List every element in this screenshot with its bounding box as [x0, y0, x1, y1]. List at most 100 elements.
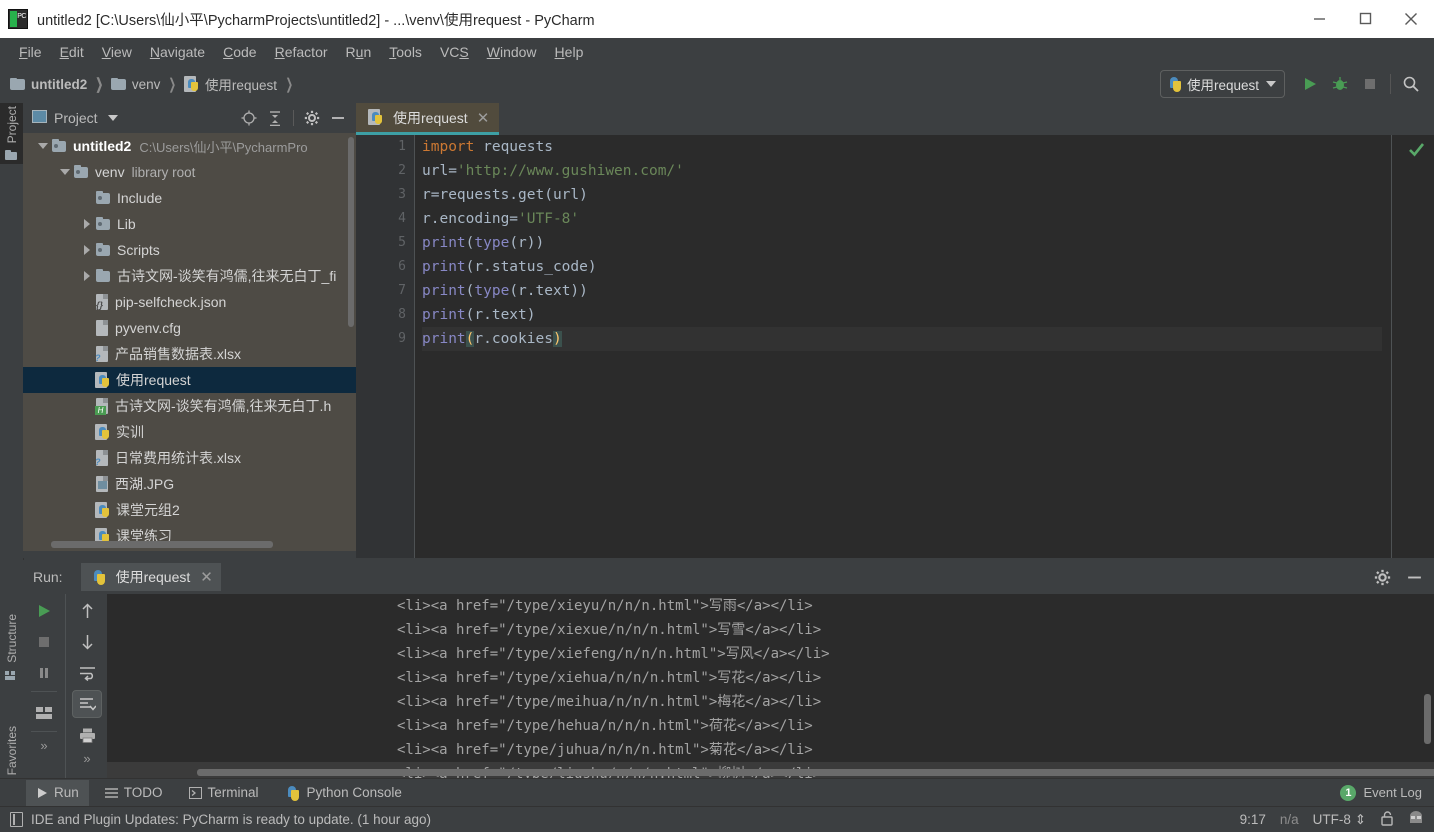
print-icon[interactable] [72, 721, 102, 749]
encoding-selector[interactable]: UTF-8 ⇕ [1313, 812, 1366, 828]
console-line: <li><a href="/type/meihua/n/n/n.html">梅花… [397, 694, 822, 710]
run-tab[interactable]: 使用request ✕ [80, 563, 221, 591]
expand-arrow-icon[interactable] [79, 211, 95, 237]
layout-icon[interactable] [29, 699, 59, 727]
run-window-header-tools [1370, 565, 1434, 589]
gear-icon[interactable] [300, 106, 324, 130]
tree-item[interactable]: untitled2 C:\Users\仙小平\PycharmPro [23, 133, 356, 159]
rerun-icon[interactable] [29, 597, 59, 625]
tree-item[interactable]: ? 日常费用统计表.xlsx [23, 445, 356, 471]
tree-item[interactable]: ? 产品销售数据表.xlsx [23, 341, 356, 367]
expand-arrow-icon[interactable] [79, 237, 95, 263]
project-icon [32, 110, 47, 126]
hide-panel-icon[interactable] [1402, 565, 1426, 589]
code-line-9: print(r.cookies) [422, 327, 1382, 351]
close-icon[interactable]: ✕ [477, 109, 490, 127]
tree-item[interactable]: 西湖.JPG [23, 471, 356, 497]
collapse-all-icon[interactable] [263, 106, 287, 130]
maximize-button[interactable] [1342, 0, 1388, 37]
run-configuration-selector[interactable]: 使用request [1159, 70, 1285, 98]
menu-tools[interactable]: Tools [380, 41, 431, 63]
chevron-down-icon[interactable] [107, 115, 118, 121]
stop-icon[interactable] [29, 628, 59, 656]
up-arrow-icon[interactable] [72, 597, 102, 625]
soft-wrap-icon[interactable] [72, 659, 102, 687]
tree-item[interactable]: pyvenv.cfg [23, 315, 356, 341]
tree-item[interactable]: 古诗文网-谈笑有鸿儒,往来无白丁_fi [23, 263, 356, 289]
breadcrumb-venv[interactable]: venv ❯ [110, 75, 184, 93]
sidebar-tab-project[interactable]: Project [0, 103, 23, 165]
folder-icon [95, 216, 112, 232]
menu-view[interactable]: View [93, 41, 141, 63]
menu-run[interactable]: Run [337, 41, 381, 63]
console-output[interactable]: <li><a href="/type/xieyu/n/n/n.html">写雨<… [107, 594, 1434, 778]
debug-button[interactable] [1325, 70, 1355, 98]
tree-item[interactable]: 使用request [23, 367, 356, 393]
tree-item[interactable]: Lib [23, 211, 356, 237]
menu-edit[interactable]: Edit [51, 41, 93, 63]
gear-icon[interactable] [1370, 565, 1394, 589]
tree-item[interactable]: Include [23, 185, 356, 211]
expand-icon[interactable]: » [40, 738, 47, 753]
close-icon[interactable]: ✕ [200, 568, 213, 586]
scroll-to-end-icon[interactable] [72, 690, 102, 718]
stop-button[interactable] [1355, 70, 1385, 98]
expand-arrow-icon[interactable] [79, 263, 95, 289]
breadcrumb-project[interactable]: untitled2 ❯ [10, 75, 111, 93]
tree-item[interactable]: 课堂元组2 [23, 497, 356, 523]
event-log-button[interactable]: 1 Event Log [1340, 784, 1434, 801]
unlocked-icon[interactable] [1380, 810, 1394, 829]
editor-tab-label: 使用request [393, 109, 468, 126]
bottom-tab-run[interactable]: Run [26, 779, 89, 806]
bottom-tab-python-console[interactable]: Python Console [275, 780, 412, 806]
code-line-1: import requests [422, 139, 553, 155]
menu-code[interactable]: Code [214, 41, 265, 63]
code-editor[interactable]: 1 2 3 4 5 6 7 8 9 import requests url='http://ww… [356, 135, 1434, 558]
hide-panel-icon[interactable] [326, 106, 350, 130]
tree-horizontal-scrollbar[interactable] [51, 541, 273, 548]
down-arrow-icon[interactable] [72, 628, 102, 656]
breadcrumb-file[interactable]: 使用request ❯ [183, 74, 301, 94]
code-line-5: print(type(r)) [422, 235, 545, 251]
python-file-icon [95, 371, 112, 389]
expand-arrow-icon[interactable] [35, 133, 51, 159]
tree-item-label: pyvenv.cfg [115, 320, 181, 336]
tree-item[interactable]: Scripts [23, 237, 356, 263]
tree-item[interactable]: 实训 [23, 419, 356, 445]
menu-file[interactable]: File [10, 41, 51, 63]
window-title: untitled2 [C:\Users\仙小平\PycharmProjects\… [37, 12, 595, 29]
menu-vcs[interactable]: VCS [431, 41, 478, 63]
title-bar: untitled2 [C:\Users\仙小平\PycharmProjects\… [0, 0, 1434, 39]
console-horizontal-scrollbar[interactable] [197, 769, 1434, 776]
tree-item[interactable]: venv library root [23, 159, 356, 185]
hector-icon[interactable] [1408, 810, 1424, 829]
run-toolbar-right: » [65, 594, 108, 778]
pause-icon[interactable] [29, 659, 59, 687]
breadcrumb-separator-icon: ❯ [168, 76, 177, 93]
menu-help[interactable]: Help [546, 41, 593, 63]
scroll-from-source-icon[interactable] [237, 106, 261, 130]
caret-position[interactable]: 9:17 [1240, 812, 1266, 827]
menu-refactor[interactable]: Refactor [266, 41, 337, 63]
tree-item[interactable]: H 古诗文网-谈笑有鸿儒,往来无白丁.h [23, 393, 356, 419]
line-number: 8 [398, 307, 406, 322]
menu-navigate[interactable]: Navigate [141, 41, 214, 63]
expand-icon[interactable]: » [83, 751, 90, 766]
folder-icon [73, 164, 90, 180]
run-button[interactable] [1295, 70, 1325, 98]
sidebar-tab-structure[interactable]: Structure [0, 611, 23, 684]
tree-vertical-scrollbar[interactable] [348, 137, 354, 327]
project-tree[interactable]: untitled2 C:\Users\仙小平\PycharmPro venv libr… [23, 133, 356, 551]
menu-window[interactable]: Window [478, 41, 546, 63]
bottom-tab-todo[interactable]: TODO [95, 780, 173, 806]
close-button[interactable] [1388, 0, 1434, 37]
console-vertical-scrollbar[interactable] [1424, 694, 1431, 744]
search-everywhere-button[interactable] [1396, 70, 1426, 98]
line-separator[interactable]: n/a [1280, 812, 1299, 827]
bottom-tab-terminal[interactable]: Terminal [179, 780, 269, 806]
expand-arrow-icon[interactable] [57, 159, 73, 185]
editor-tab-使用request[interactable]: 使用request ✕ [356, 103, 500, 135]
minimize-button[interactable] [1296, 0, 1342, 37]
sidebar-tab-label: Favorites [4, 726, 19, 776]
tree-item[interactable]: {} pip-selfcheck.json [23, 289, 356, 315]
